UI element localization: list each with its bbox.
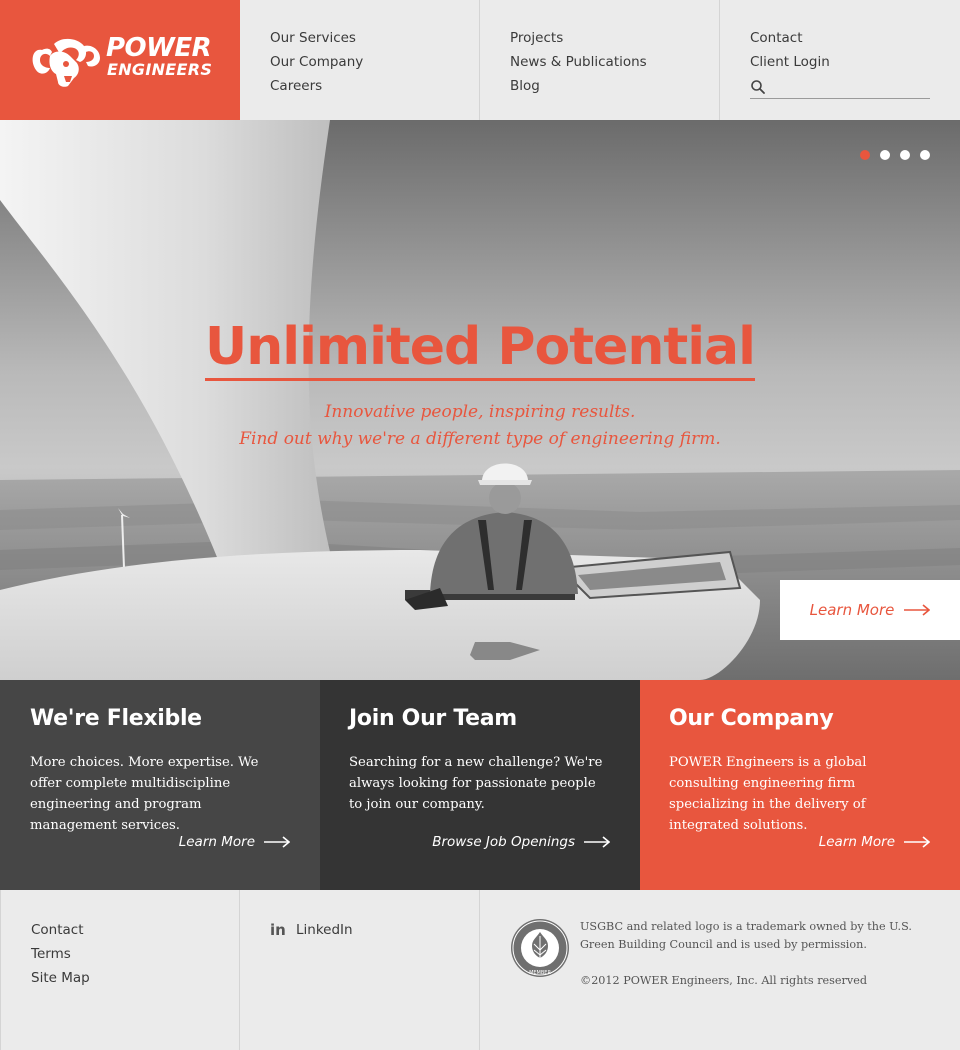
copyright: ©2012 POWER Engineers, Inc. All rights r… — [580, 974, 867, 987]
panel-title: Join Our Team — [349, 706, 517, 731]
search-input[interactable] — [772, 77, 927, 97]
logo-wordmark-bottom: ENGINEERS — [107, 60, 213, 79]
footer-links-column: Contact Terms Site Map — [0, 890, 240, 1050]
hero-learn-more-button[interactable]: Learn More — [780, 580, 960, 640]
footer-legal-column: MEMBER USGBC and related logo is a trade… — [479, 890, 960, 1050]
nav-column-2: Projects News & Publications Blog — [479, 0, 720, 120]
panel-title: Our Company — [669, 706, 834, 731]
footer-sitemap-link[interactable]: Site Map — [31, 966, 240, 990]
site-header: POWER ENGINEERS Our Services Our Company… — [0, 0, 960, 120]
usgbc-member-seal-icon: MEMBER — [511, 919, 569, 977]
seal-member-text: MEMBER — [529, 970, 551, 976]
nav-column-3: Contact Client Login — [719, 0, 960, 120]
footer-contact-link[interactable]: Contact — [31, 918, 240, 942]
search-box — [750, 75, 930, 99]
slide-dot-2[interactable] — [880, 150, 890, 160]
usgbc-notice: USGBC and related logo is a trademark ow… — [580, 920, 912, 951]
nav-news-publications[interactable]: News & Publications — [510, 50, 720, 74]
hero-learn-more-label: Learn More — [809, 601, 895, 619]
hero-subtitle-line1: Innovative people, inspiring results. — [324, 402, 636, 422]
arrow-right-icon — [584, 836, 610, 848]
nav-column-1: Our Services Our Company Careers — [240, 0, 480, 120]
slide-dot-3[interactable] — [900, 150, 910, 160]
nav-contact[interactable]: Contact — [750, 26, 960, 50]
panel-body: Searching for a new challenge? We're alw… — [349, 755, 603, 812]
ram-logo-icon — [32, 38, 100, 87]
nav-our-company[interactable]: Our Company — [270, 50, 480, 74]
arrow-right-icon — [904, 836, 930, 848]
hero-title: Unlimited Potential — [205, 316, 756, 381]
panel-our-company: Our Company POWER Engineers is a global … — [640, 680, 960, 890]
hero-title-wrap: Unlimited Potential — [0, 316, 960, 381]
panel-link-label: Browse Job Openings — [432, 834, 575, 850]
panel-body: More choices. More expertise. We offer c… — [30, 755, 259, 833]
slide-dot-1[interactable] — [860, 150, 870, 160]
footer-terms-link[interactable]: Terms — [31, 942, 240, 966]
linkedin-link[interactable]: in LinkedIn — [270, 918, 480, 942]
panel-learn-more-link[interactable]: Learn More — [179, 834, 290, 850]
site-footer: Contact Terms Site Map in LinkedIn MEMBE… — [0, 890, 960, 1050]
linkedin-label: LinkedIn — [296, 922, 353, 938]
panel-link-label: Learn More — [818, 834, 895, 850]
nav-client-login[interactable]: Client Login — [750, 50, 960, 74]
panel-title: We're Flexible — [30, 706, 202, 731]
arrow-right-icon — [264, 836, 290, 848]
hero-banner: Unlimited Potential Innovative people, i… — [0, 120, 960, 680]
panel-flexible: We're Flexible More choices. More expert… — [0, 680, 320, 890]
logo[interactable]: POWER ENGINEERS — [0, 0, 240, 120]
panel-link-label: Learn More — [178, 834, 255, 850]
arrow-right-icon — [904, 604, 931, 616]
hero-subtitle-line2: Find out why we're a different type of e… — [239, 429, 721, 449]
panel-learn-more-link[interactable]: Learn More — [819, 834, 930, 850]
slide-dot-4[interactable] — [920, 150, 930, 160]
panel-body: POWER Engineers is a global consulting e… — [669, 755, 867, 833]
logo-wordmark-top: POWER — [106, 33, 212, 63]
panel-browse-jobs-link[interactable]: Browse Job Openings — [432, 834, 610, 850]
feature-panels: We're Flexible More choices. More expert… — [0, 680, 960, 890]
slide-indicators — [860, 150, 930, 160]
nav-projects[interactable]: Projects — [510, 26, 720, 50]
panel-join-team: Join Our Team Searching for a new challe… — [320, 680, 640, 890]
nav-careers[interactable]: Careers — [270, 74, 480, 98]
search-icon[interactable] — [750, 79, 766, 95]
nav-blog[interactable]: Blog — [510, 74, 720, 98]
nav-our-services[interactable]: Our Services — [270, 26, 480, 50]
linkedin-icon: in — [270, 921, 286, 939]
footer-social-column: in LinkedIn — [239, 890, 480, 1050]
